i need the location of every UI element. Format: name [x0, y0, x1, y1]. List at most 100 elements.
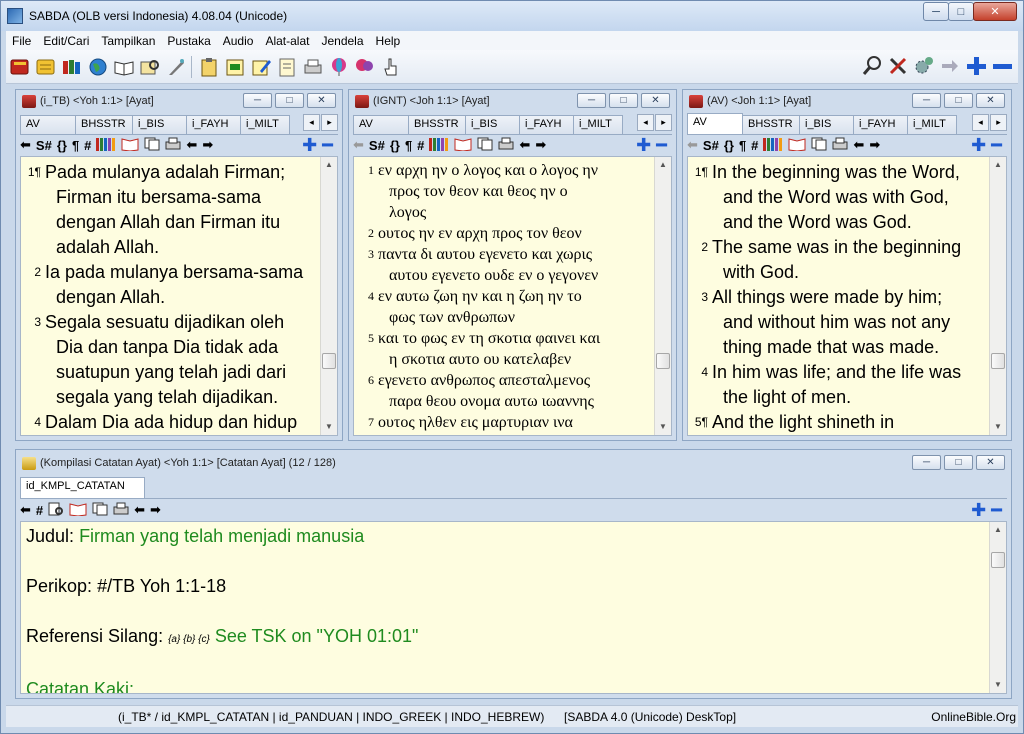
verse[interactable]: 4 In him was life; and the life was the li…	[690, 360, 988, 410]
search-page-icon[interactable]	[48, 502, 64, 519]
tab-id-kmpl-catatan[interactable]: id_KMPL_CATATAN	[20, 477, 145, 498]
tab-left-arrow-icon[interactable]: ◂	[972, 114, 989, 131]
tab-left-arrow-icon[interactable]: ◂	[303, 114, 320, 131]
tab-av[interactable]: AV	[353, 115, 409, 134]
vertical-scrollbar[interactable]: ▲ ▼	[989, 157, 1006, 435]
vertical-scrollbar[interactable]: ▲ ▼	[654, 157, 671, 435]
edit-notes-icon[interactable]	[249, 55, 273, 79]
search-book-icon[interactable]	[138, 55, 162, 79]
tab-i-milt[interactable]: i_MILT	[240, 115, 290, 134]
pane-maximize-button[interactable]: □	[944, 93, 973, 108]
zoom-out-icon[interactable]: ━	[991, 501, 1002, 519]
verse[interactable]: 2 Ia pada mulanya bersama-sama dengan Alla…	[23, 260, 319, 310]
pane-maximize-button[interactable]: □	[944, 455, 973, 470]
printer-icon[interactable]	[113, 502, 129, 519]
tab-av[interactable]: AV	[20, 115, 76, 134]
verse[interactable]: 5¶ And the light shineth in	[690, 410, 988, 435]
zoom-in-icon[interactable]: ✚	[636, 136, 651, 154]
back-arrow-icon[interactable]: ⬅	[687, 137, 698, 153]
tab-i-fayh[interactable]: i_FAYH	[853, 115, 908, 134]
open-book-icon[interactable]	[121, 137, 139, 154]
copy-icon[interactable]	[92, 502, 108, 519]
verse[interactable]: 2 ουτος ην εν αρχη προς τον θεον	[356, 223, 653, 244]
verse[interactable]: 3 All things were made by him; and without…	[690, 285, 988, 360]
menu-jendela[interactable]: Jendela	[315, 34, 369, 48]
verse[interactable]: 5 και το φως εν τη σκοτια φαινει και η σκο…	[356, 328, 653, 370]
quill-icon[interactable]	[164, 55, 188, 79]
magnifier-icon[interactable]	[860, 54, 884, 78]
menu-tampilkan[interactable]: Tampilkan	[95, 34, 161, 48]
menu-audio[interactable]: Audio	[217, 34, 260, 48]
open-book-icon[interactable]	[454, 137, 472, 154]
verse[interactable]: 1¶ Pada mulanya adalah Firman; Firman itu …	[23, 160, 319, 260]
page-icon[interactable]	[275, 55, 299, 79]
zoom-out-icon[interactable]: ━	[991, 136, 1002, 154]
printer-icon[interactable]	[165, 137, 181, 154]
pane-close-button[interactable]: ✕	[641, 93, 670, 108]
tab-i-fayh[interactable]: i_FAYH	[186, 115, 241, 134]
forward-arrow-icon[interactable]: ➡	[869, 137, 880, 153]
menu-file[interactable]: File	[6, 34, 37, 48]
tab-i-bis[interactable]: i_BIS	[799, 115, 854, 134]
notes-view[interactable]: Judul: Firman yang telah menjadi manusia…	[20, 521, 1007, 694]
pane-close-button[interactable]: ✕	[976, 455, 1005, 470]
copy-icon[interactable]	[811, 137, 827, 154]
back-arrow-icon[interactable]: ⬅	[20, 502, 31, 518]
zoom-in-icon[interactable]: ✚	[971, 136, 986, 154]
verse[interactable]: 3 Segala sesuatu dijadikan oleh Dia dan ta…	[23, 310, 319, 410]
referensi-markers[interactable]: {a} {b} {c}	[168, 634, 210, 645]
hash-button[interactable]: #	[751, 138, 758, 153]
hash-button[interactable]: #	[36, 503, 43, 518]
pane-minimize-button[interactable]: ─	[243, 93, 272, 108]
pane-minimize-button[interactable]: ─	[912, 455, 941, 470]
open-book-icon[interactable]	[112, 55, 136, 79]
scroll-thumb[interactable]	[991, 353, 1005, 369]
minus-icon[interactable]	[990, 54, 1014, 78]
back-arrow-icon[interactable]: ⬅	[20, 137, 31, 153]
braces-button[interactable]: {}	[390, 138, 400, 153]
tab-left-arrow-icon[interactable]: ◂	[637, 114, 654, 131]
verse[interactable]: 1¶ In the beginning was the Word, and the …	[690, 160, 988, 235]
vertical-scrollbar[interactable]: ▲ ▼	[989, 522, 1006, 693]
menu-edit-cari[interactable]: Edit/Cari	[37, 34, 95, 48]
tab-i-bis[interactable]: i_BIS	[132, 115, 187, 134]
pane-maximize-button[interactable]: □	[609, 93, 638, 108]
referensi-link[interactable]: See TSK on "YOH 01:01"	[215, 626, 419, 646]
zoom-in-icon[interactable]: ✚	[971, 501, 986, 519]
tab-bhsstr[interactable]: BHSSTR	[408, 115, 466, 134]
back-arrow-icon[interactable]: ⬅	[134, 502, 145, 518]
tab-i-bis[interactable]: i_BIS	[465, 115, 520, 134]
printer-icon[interactable]	[301, 55, 325, 79]
status-website[interactable]: OnlineBible.Org	[931, 710, 1016, 724]
scroll-down-icon[interactable]: ▼	[990, 677, 1006, 693]
braces-button[interactable]: {}	[724, 138, 734, 153]
verse[interactable]: 3 παντα δι αυτου εγενετο και χωρις αυτου ε…	[356, 244, 653, 286]
strongs-button[interactable]: S#	[703, 138, 719, 153]
copy-icon[interactable]	[477, 137, 493, 154]
library-books-icon[interactable]	[60, 55, 84, 79]
tab-av[interactable]: AV	[687, 113, 743, 134]
paragraph-button[interactable]: ¶	[405, 138, 412, 153]
minimize-button[interactable]: ─	[923, 2, 949, 21]
notes-book-icon[interactable]	[34, 55, 58, 79]
pane-maximize-button[interactable]: □	[275, 93, 304, 108]
tab-i-milt[interactable]: i_MILT	[907, 115, 957, 134]
menu-pustaka[interactable]: Pustaka	[161, 34, 216, 48]
verse[interactable]: 7 ουτος ηλθεν εις μαρτυριαν ινα	[356, 412, 653, 433]
verse-list-icon[interactable]	[223, 55, 247, 79]
tools-icon[interactable]	[886, 54, 910, 78]
scroll-thumb[interactable]	[322, 353, 336, 369]
forward-arrow-icon[interactable]: ➡	[535, 137, 546, 153]
tab-right-arrow-icon[interactable]: ▸	[655, 114, 672, 131]
forward-arrow-icon[interactable]: ➡	[150, 502, 161, 518]
bible-book-icon[interactable]	[8, 55, 32, 79]
globe-icon[interactable]	[86, 55, 110, 79]
scroll-down-icon[interactable]: ▼	[321, 419, 337, 435]
back-arrow-icon[interactable]: ⬅	[853, 137, 864, 153]
gears-icon[interactable]	[912, 54, 936, 78]
pane-minimize-button[interactable]: ─	[577, 93, 606, 108]
paragraph-button[interactable]: ¶	[739, 138, 746, 153]
maximize-button[interactable]: □	[948, 2, 974, 21]
scroll-down-icon[interactable]: ▼	[655, 419, 671, 435]
tab-i-milt[interactable]: i_MILT	[573, 115, 623, 134]
